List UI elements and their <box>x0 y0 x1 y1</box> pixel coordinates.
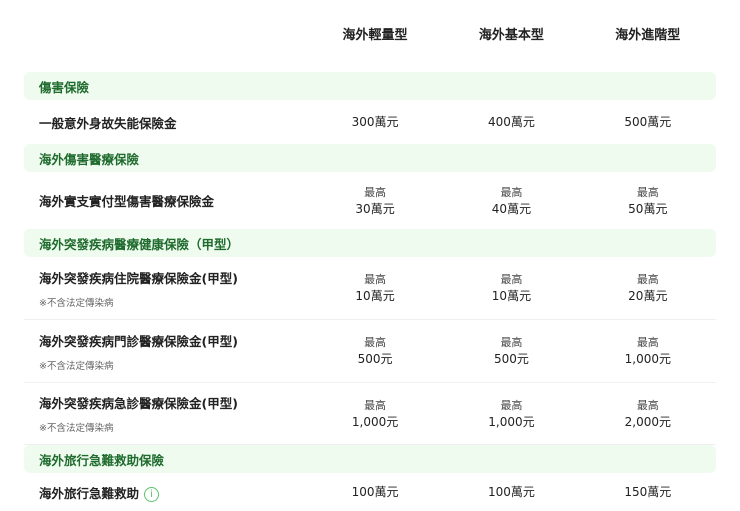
max-label: 最高 <box>364 398 387 412</box>
coverage-value: 最高 30萬元 <box>307 185 443 217</box>
max-label: 最高 <box>500 336 523 349</box>
amount: 150萬元 <box>624 485 672 499</box>
plan-header: 海外進階型 <box>615 28 681 43</box>
coverage-value: 400萬元 <box>443 114 579 130</box>
info-icon[interactable]: i <box>144 486 160 502</box>
coverage-value: 最高 50萬元 <box>580 185 716 217</box>
coverage-value: 最高 20萬元 <box>580 272 716 304</box>
amount: 1,000元 <box>488 414 535 429</box>
section-header: 海外旅行急難救助保險 <box>24 445 716 473</box>
coverage-name: 海外突發疾病住院醫療保險金(甲型) <box>39 270 238 286</box>
coverage-value: 最高 500元 <box>443 335 579 367</box>
amount: 20萬元 <box>628 289 668 303</box>
coverage-value: 100萬元 <box>443 484 579 500</box>
max-label: 最高 <box>364 273 387 286</box>
coverage-name: 海外突發疾病門診醫療保險金(甲型) <box>39 333 238 349</box>
max-label: 最高 <box>636 185 659 199</box>
coverage-value: 500萬元 <box>580 114 716 130</box>
coverage-value: 最高 500元 <box>307 335 443 367</box>
max-label: 最高 <box>636 336 659 349</box>
amount: 500元 <box>493 352 529 366</box>
coverage-note: ※不含法定傳染病 <box>39 360 114 372</box>
max-label: 最高 <box>500 185 523 199</box>
amount: 30萬元 <box>355 201 395 216</box>
amount: 500萬元 <box>624 115 672 129</box>
coverage-label: 海外旅行急難救助 i <box>24 483 307 502</box>
coverage-name: 海外突發疾病急診醫療保險金(甲型) <box>39 396 238 411</box>
amount: 100萬元 <box>487 485 535 499</box>
amount: 10萬元 <box>491 289 532 303</box>
coverage-value: 最高 40萬元 <box>443 185 579 217</box>
amount: 100萬元 <box>351 485 399 499</box>
coverage-label: 海外突發疾病急診醫療保險金(甲型) ※不含法定傳染病 <box>24 393 307 434</box>
coverage-value: 最高 10萬元 <box>443 272 579 304</box>
amount: 10萬元 <box>355 289 395 303</box>
section-header: 海外突發疾病醫療健康保險（甲型） <box>24 229 716 257</box>
coverage-note: ※不含法定傳染病 <box>39 297 114 309</box>
amount: 50萬元 <box>628 201 668 216</box>
coverage-label: 一般意外身故失能保險金 <box>24 113 307 132</box>
coverage-name: 海外實支實付型傷害醫療保險金 <box>39 194 215 209</box>
coverage-label: 海外突發疾病住院醫療保險金(甲型) ※不含法定傳染病 <box>24 268 307 309</box>
coverage-value: 300萬元 <box>307 114 443 130</box>
amount: 40萬元 <box>491 201 532 216</box>
coverage-value: 100萬元 <box>307 484 443 500</box>
section-header: 海外傷害醫療保險 <box>24 144 716 172</box>
coverage-row: 海外突發疾病住院醫療保險金(甲型) ※不含法定傳染病 最高 10萬元 最高 10萬元 最高 2… <box>24 257 716 320</box>
max-label: 最高 <box>636 398 659 412</box>
max-label: 最高 <box>364 336 387 349</box>
coverage-name: 海外旅行急難救助 <box>39 485 140 501</box>
coverage-value: 最高 1,000元 <box>307 398 443 430</box>
max-label: 最高 <box>636 273 659 286</box>
coverage-note: ※不含法定傳染病 <box>39 423 114 434</box>
plan-header: 海外基本型 <box>478 28 544 43</box>
coverage-value: 最高 10萬元 <box>307 272 443 304</box>
amount: 500元 <box>357 352 393 366</box>
plan-header-row: 海外輕量型 海外基本型 海外進階型 <box>24 0 716 72</box>
coverage-value: 150萬元 <box>580 484 716 500</box>
amount: 300萬元 <box>351 115 399 129</box>
coverage-row: 海外旅行急難救助 i 100萬元 100萬元 150萬元 <box>24 473 716 511</box>
amount: 1,000元 <box>624 352 671 366</box>
coverage-value: 最高 1,000元 <box>443 398 579 430</box>
coverage-label: 海外突發疾病門診醫療保險金(甲型) ※不含法定傳染病 <box>24 331 307 372</box>
amount: 400萬元 <box>487 115 535 129</box>
amount: 2,000元 <box>624 414 671 429</box>
plan-header: 海外輕量型 <box>342 28 408 43</box>
plan-comparison-table: 海外輕量型 海外基本型 海外進階型 傷害保險一般意外身故失能保險金 300萬元 40… <box>0 0 740 511</box>
coverage-value: 最高 2,000元 <box>580 398 716 430</box>
max-label: 最高 <box>500 273 523 286</box>
coverage-row: 一般意外身故失能保險金 300萬元 400萬元 500萬元 <box>24 100 716 144</box>
coverage-value: 最高 1,000元 <box>580 335 716 367</box>
coverage-row: 海外突發疾病急診醫療保險金(甲型) ※不含法定傳染病 最高 1,000元 最高 1,000… <box>24 383 716 445</box>
section-header: 傷害保險 <box>24 72 716 100</box>
max-label: 最高 <box>500 398 523 412</box>
coverage-row: 海外突發疾病門診醫療保險金(甲型) ※不含法定傳染病 最高 500元 最高 500元 最高 1… <box>24 320 716 383</box>
coverage-name: 一般意外身故失能保險金 <box>39 115 177 131</box>
amount: 1,000元 <box>351 414 399 429</box>
max-label: 最高 <box>364 185 387 199</box>
coverage-row: 海外實支實付型傷害醫療保險金 最高 30萬元 最高 40萬元 最高 50萬元 <box>24 172 716 229</box>
coverage-label: 海外實支實付型傷害醫療保險金 <box>24 191 307 210</box>
